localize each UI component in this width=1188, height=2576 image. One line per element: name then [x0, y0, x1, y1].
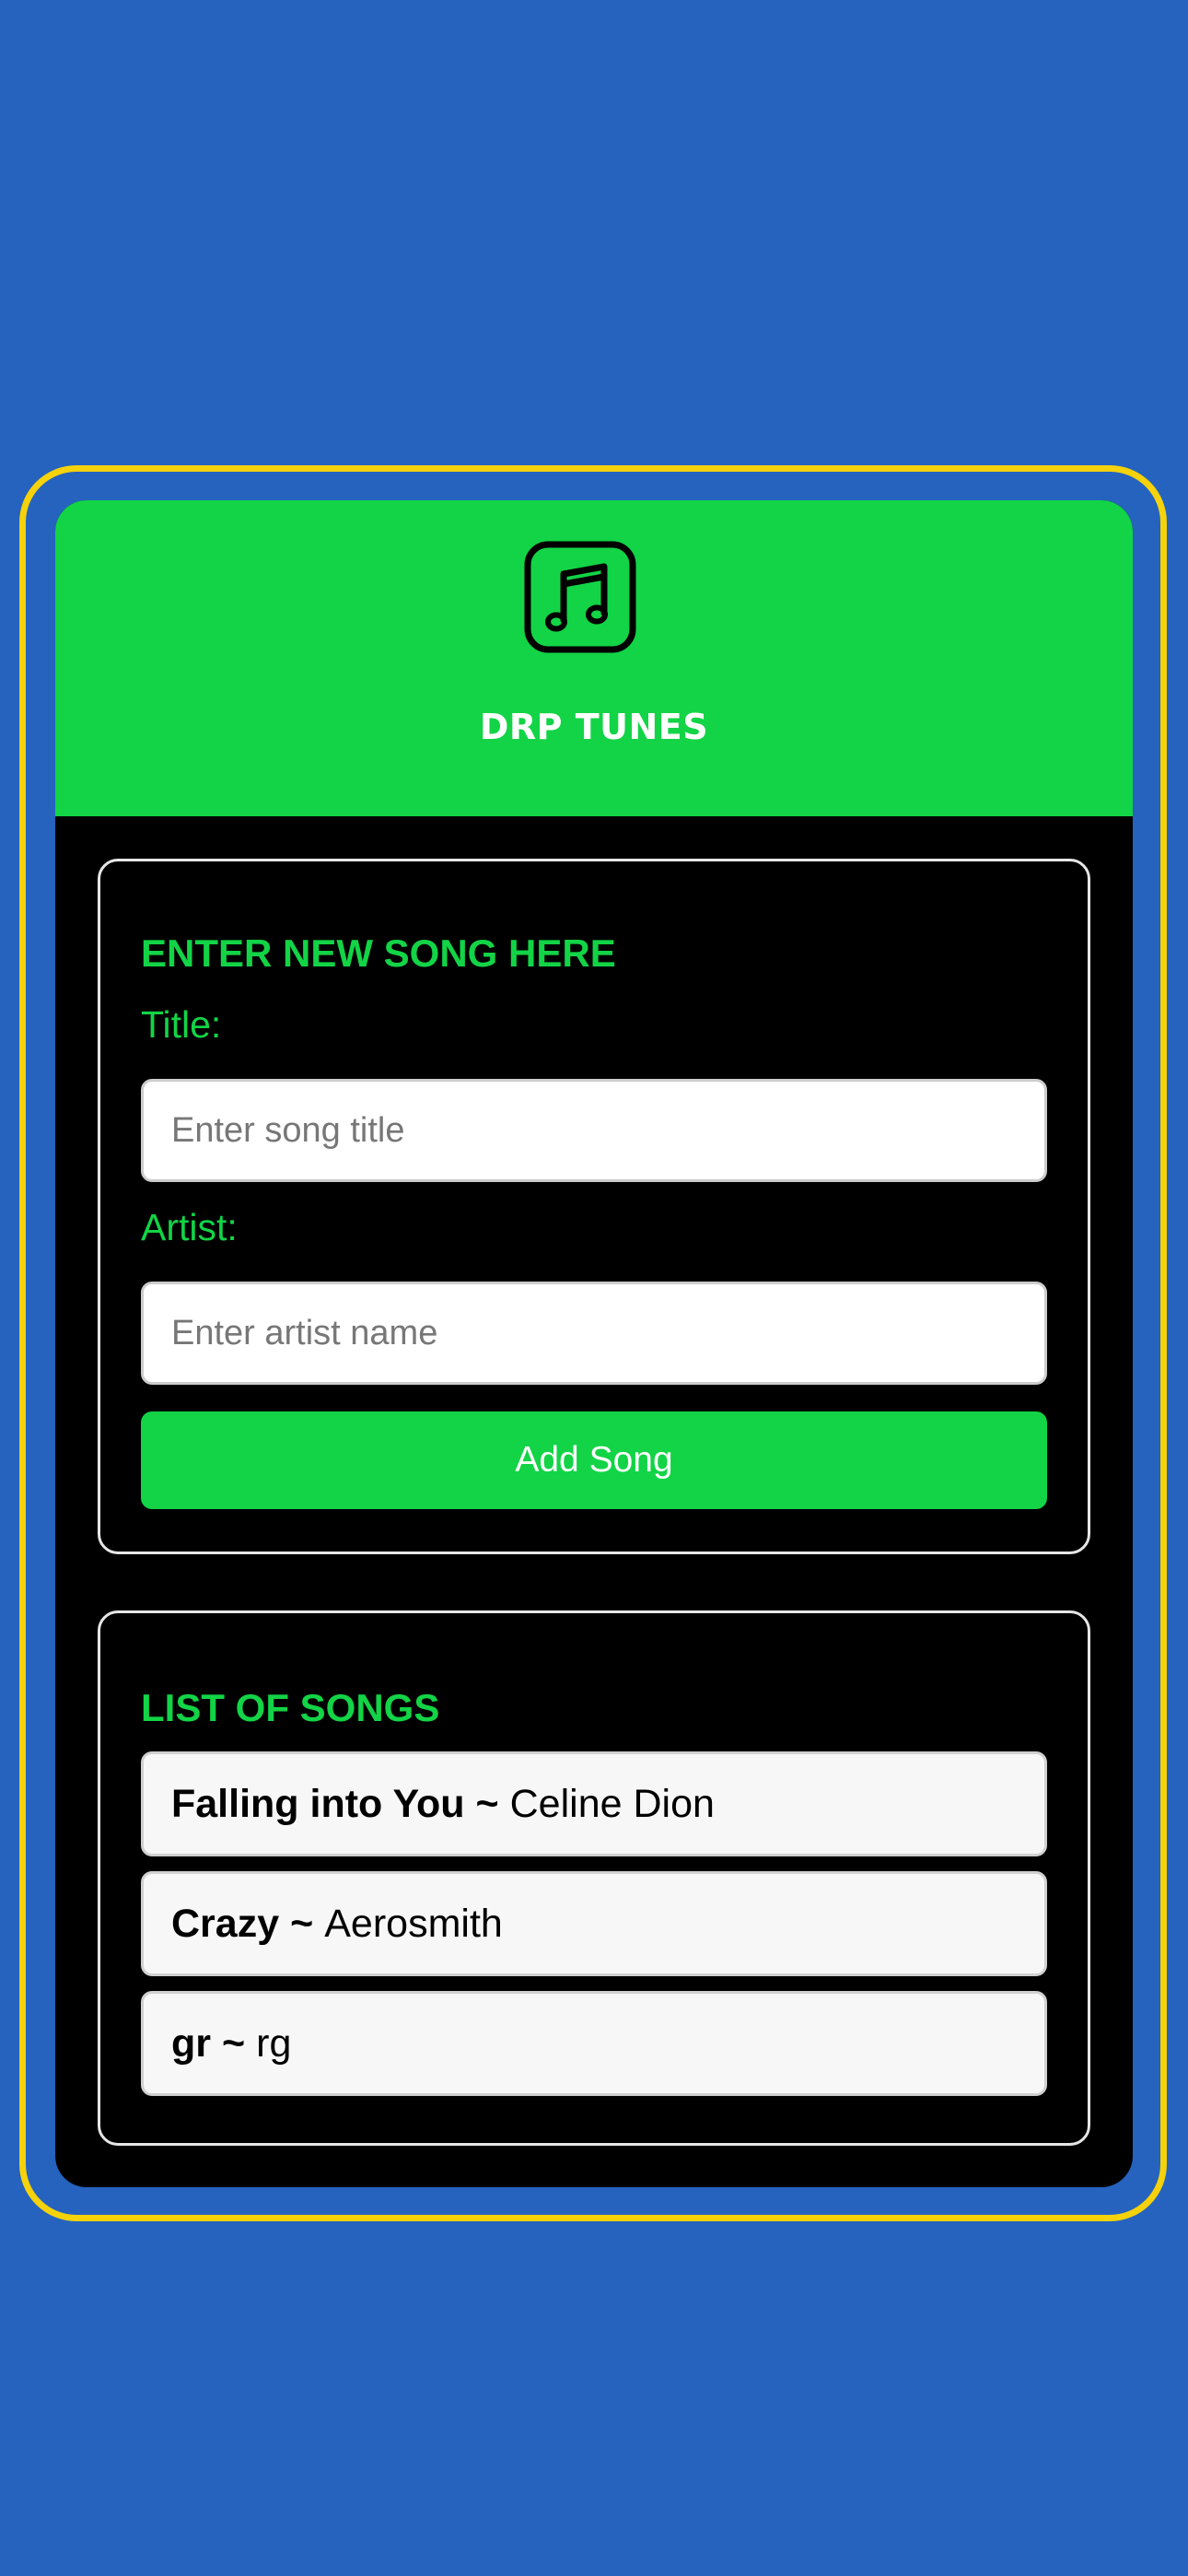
- form-heading: ENTER NEW SONG HERE: [141, 931, 616, 975]
- app-card: DRP TUNES ENTER NEW SONG HERE Title: Art…: [55, 500, 1133, 2187]
- song-title: Crazy: [171, 1901, 280, 1946]
- song-artist: Celine Dion: [509, 1781, 715, 1826]
- song-separator: ~: [290, 1901, 314, 1946]
- song-list: Falling into You ~ Celine Dion Crazy ~ A…: [141, 1751, 1047, 2111]
- app-header: DRP TUNES: [55, 500, 1133, 816]
- add-song-form: ENTER NEW SONG HERE Title: Artist: Add S…: [98, 859, 1090, 1554]
- song-list-item[interactable]: gr ~ rg: [141, 1991, 1047, 2096]
- song-artist: Aerosmith: [324, 1901, 503, 1946]
- song-list-item[interactable]: Crazy ~ Aerosmith: [141, 1871, 1047, 1976]
- song-title-input[interactable]: [141, 1079, 1047, 1182]
- song-list-panel: LIST OF SONGS Falling into You ~ Celine …: [98, 1610, 1090, 2146]
- song-separator: ~: [222, 2020, 246, 2066]
- song-separator: ~: [475, 1781, 499, 1826]
- song-list-item[interactable]: Falling into You ~ Celine Dion: [141, 1751, 1047, 1856]
- song-list-heading: LIST OF SONGS: [141, 1686, 440, 1729]
- song-title: Falling into You: [171, 1781, 465, 1826]
- music-note-icon: [524, 541, 636, 653]
- add-song-button[interactable]: Add Song: [141, 1411, 1047, 1509]
- artist-name-input[interactable]: [141, 1282, 1047, 1385]
- title-label: Title:: [141, 1003, 222, 1046]
- app-title: DRP TUNES: [479, 707, 709, 747]
- song-artist: rg: [256, 2020, 292, 2066]
- artist-label: Artist:: [141, 1206, 238, 1248]
- song-title: gr: [171, 2020, 211, 2066]
